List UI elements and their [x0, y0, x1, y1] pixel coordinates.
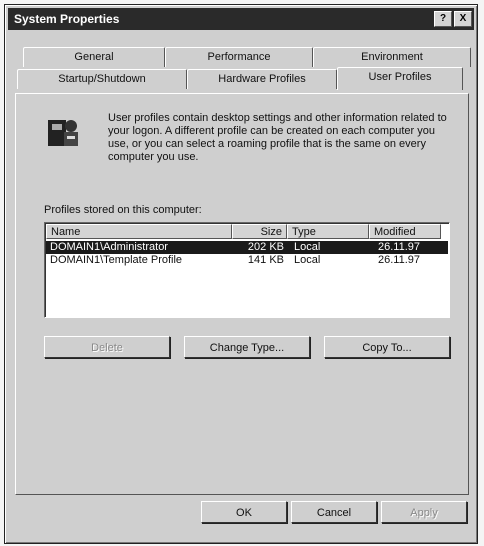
profile-modified: 26.11.97: [378, 241, 421, 253]
apply-button[interactable]: Apply: [381, 501, 467, 523]
user-profiles-icon: [48, 120, 78, 146]
tab-label: User Profiles: [368, 71, 432, 83]
help-icon[interactable]: ?: [434, 11, 452, 27]
tab-label: General: [74, 51, 114, 63]
tab-label: Startup/Shutdown: [58, 73, 146, 85]
column-header-size[interactable]: Size: [232, 224, 287, 239]
profiles-list[interactable]: Name Size Type Modified DOMAIN1\Administ…: [44, 222, 450, 318]
tab-user-profiles[interactable]: User Profiles: [337, 67, 463, 90]
ok-button[interactable]: OK: [201, 501, 287, 523]
profile-type: Local: [294, 254, 321, 266]
tab-startup-shutdown[interactable]: Startup/Shutdown: [17, 69, 187, 89]
profile-size: 202 KB: [247, 241, 284, 253]
table-row[interactable]: DOMAIN1\Administrator 202 KB Local 26.11…: [46, 241, 448, 254]
tab-label: Hardware Profiles: [218, 73, 306, 85]
tab-label: Performance: [207, 51, 271, 63]
tab-general[interactable]: General: [23, 47, 165, 67]
tab-environment[interactable]: Environment: [313, 47, 471, 67]
title-bar[interactable]: System Properties ? X: [8, 8, 474, 30]
copy-to-button[interactable]: Copy To...: [324, 336, 450, 358]
column-header-name[interactable]: Name: [46, 224, 232, 239]
window-title: System Properties: [14, 12, 120, 26]
profiles-description: User profiles contain desktop settings a…: [108, 112, 447, 163]
tab-hardware-profiles[interactable]: Hardware Profiles: [187, 69, 337, 89]
profile-type: Local: [294, 241, 321, 253]
column-header-type[interactable]: Type: [287, 224, 369, 239]
profile-name: DOMAIN1\Template Profile: [50, 254, 183, 266]
table-row[interactable]: DOMAIN1\Template Profile 141 KB Local 26…: [46, 254, 448, 267]
profiles-list-label: Profiles stored on this computer:: [44, 204, 202, 216]
change-type-button[interactable]: Change Type...: [184, 336, 310, 358]
close-icon[interactable]: X: [454, 11, 472, 27]
tab-performance[interactable]: Performance: [165, 47, 313, 67]
delete-button[interactable]: Delete: [44, 336, 170, 358]
tab-label: Environment: [361, 51, 423, 63]
profile-size: 141 KB: [247, 254, 284, 266]
system-properties-window: System Properties ? X General Performanc…: [4, 4, 478, 544]
profile-name: DOMAIN1\Administrator: [50, 241, 168, 253]
cancel-button[interactable]: Cancel: [291, 501, 377, 523]
profile-modified: 26.11.97: [378, 254, 421, 266]
user-profiles-panel: User profiles contain desktop settings a…: [15, 93, 469, 495]
column-header-modified[interactable]: Modified: [369, 224, 441, 239]
